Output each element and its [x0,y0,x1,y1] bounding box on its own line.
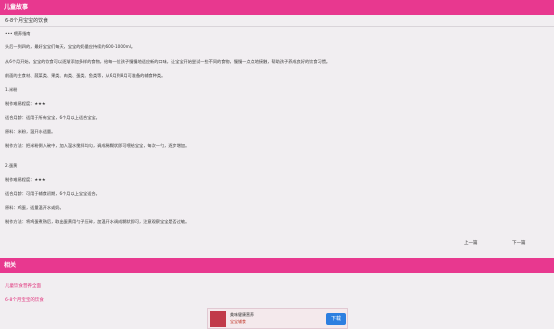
ad-title: 美味健康营养 [230,312,254,317]
ad-image [210,311,226,327]
prev-label: 上一篇 [464,241,478,246]
header-title: 儿童故事 [4,4,29,11]
paragraph: 1.米粉 [5,87,18,92]
paragraph: 原料：米粉，温开水适量。 [5,129,56,134]
paragraph: 2.蛋黄 [5,163,18,168]
paragraph: 适合月龄：适用于所有宝宝，6个月以上适合宝宝。 [5,115,100,120]
paragraph: 制作难易程度：★★★ [5,101,46,106]
ad-banner[interactable]: 美味健康营养 宝宝辅食 下载 [207,308,348,329]
next-link[interactable]: 下一篇 [512,240,526,246]
next-label: 下一篇 [512,241,526,246]
ad-download-button[interactable]: 下载 [326,313,346,325]
paragraph: 适合月龄：可用于辅食初期，6个月以上宝宝适合。 [5,191,100,196]
article-title: 6-8个月宝宝的饮食 [0,15,554,27]
related-header-bar: 相关 [0,258,554,273]
related-link[interactable]: 儿童饮食营养全面 [5,283,41,289]
paragraph: 原料：鸡蛋，适量温开水或奶。 [5,205,64,210]
top-header-bar: 儿童故事 [0,0,554,15]
paragraph: 制作方法：把米粉倒入碗中，加入温水搅拌均匀，调成稀糊状即可喂给宝宝，每次一勺，逐… [5,143,190,148]
paragraph: 头后一到四的，最好宝宝们每天，宝宝的奶量应持续约600-1000ml。 [5,44,136,49]
paragraph: ••• 喂养指南 [5,31,31,36]
ad-subtitle: 宝宝辅食 [230,319,246,324]
related-link[interactable]: 6-8个月宝宝的饮食 [5,297,44,303]
paragraph: 制作难易程度：★★★ [5,177,46,182]
paragraph: 制作方法：将鸡蛋煮熟后，取出蛋黄用勺子压碎，加温开水调成糊状即可，注意观察宝宝是… [5,219,190,224]
paragraph: 前面的主食材、蔬菜类、果类、肉类、蛋类、鱼类等，从6月到8月可准备的辅食种类。 [5,73,166,78]
prev-link[interactable]: 上一篇 [464,240,478,246]
related-title: 相关 [4,262,17,269]
paragraph: 从6个月开始，宝宝的饮食可以逐渐添加多样的食物，给每一位孩子慢慢地适应新的口味，… [5,59,331,64]
